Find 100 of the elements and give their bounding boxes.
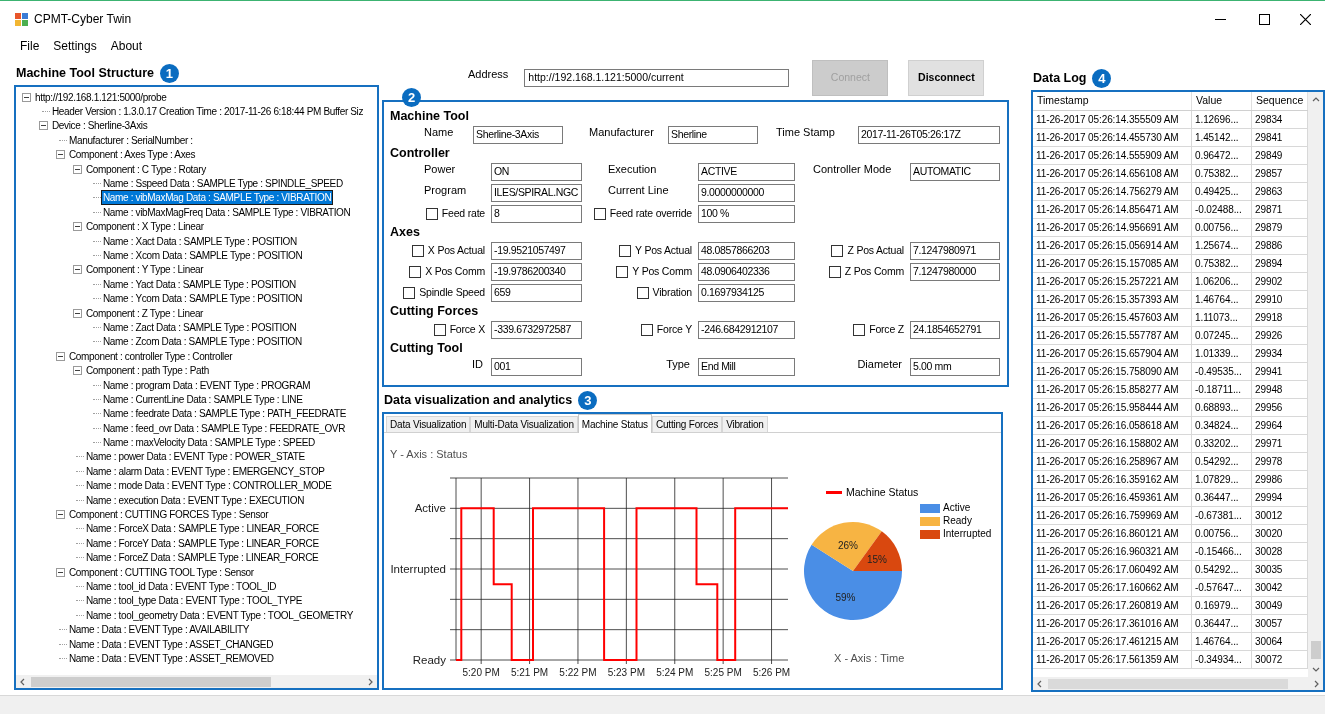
text-field[interactable]: 2017-11-26T05:26:17Z (858, 125, 1000, 144)
tree-node[interactable]: Component : Y Type : Linear (85, 263, 205, 277)
minus-icon[interactable] (21, 92, 31, 102)
tree-node[interactable]: Component : CUTTING TOOL Type : Sensor (68, 565, 255, 579)
tree-node[interactable]: Name : vibMaxMagFreq Data : SAMPLE Type : VIBRATION (102, 205, 352, 219)
tree-node[interactable]: Name : tool_geometry Data : EVENT Type : TOOL_GEOMETRY (85, 608, 354, 622)
tree-node[interactable]: Name : Zact Data : SAMPLE Type : POSITION (102, 320, 298, 334)
text-field[interactable]: 9.0000000000 (698, 183, 795, 202)
tree-node[interactable]: Name : Data : EVENT Type : ASSET_CHANGED (68, 637, 275, 651)
minus-icon[interactable] (55, 567, 65, 577)
checkbox[interactable] (403, 286, 416, 299)
text-field[interactable]: 100 % (698, 204, 795, 223)
text-field[interactable]: 0.1697934125 (698, 283, 795, 302)
tab[interactable]: Multi-Data Visualization (470, 416, 578, 432)
checkbox[interactable] (616, 265, 629, 278)
tree-node[interactable]: Component : CUTTING FORCES Type : Sensor (68, 508, 270, 521)
tree-node[interactable]: Name : tool_type Data : EVENT Type : TOOL_TYPE (85, 594, 304, 608)
tree-node[interactable]: http://192.168.1.121:5000/probe (34, 90, 168, 104)
tree-node[interactable]: Component : path Type : Path (85, 364, 210, 378)
checkbox[interactable] (828, 265, 841, 278)
tree-node[interactable]: Name : Xact Data : SAMPLE Type : POSITION (102, 234, 298, 248)
text-field[interactable]: AUTOMATIC (910, 162, 1000, 181)
tree-node[interactable]: Name : alarm Data : EVENT Type : EMERGENCY_STOP (85, 464, 326, 478)
tree-node[interactable]: Name : Yact Data : SAMPLE Type : POSITION (102, 277, 297, 291)
minus-icon[interactable] (55, 351, 65, 361)
tree-node[interactable]: Name : maxVelocity Data : SAMPLE Type : SPEED (102, 436, 316, 450)
text-field[interactable]: -19.9786200340 (491, 262, 582, 281)
tree-node[interactable]: Name : power Data : EVENT Type : POWER_STATE (85, 450, 306, 464)
tree-node[interactable]: Name : Sspeed Data : SAMPLE Type : SPINDLE_SPEED (102, 177, 344, 191)
vertical-scrollbar[interactable] (1308, 92, 1323, 677)
minus-icon[interactable] (72, 222, 82, 232)
tree-node[interactable]: Name : program Data : EVENT Type : PROGRAM (102, 378, 312, 392)
minus-icon[interactable] (72, 366, 82, 376)
scrollbar-thumb[interactable] (31, 676, 271, 687)
minus-icon[interactable] (38, 121, 48, 131)
minus-icon[interactable] (55, 150, 65, 160)
tree-node[interactable]: Manufacturer : SerialNumber : (68, 133, 194, 147)
text-field[interactable]: Sherline (668, 125, 758, 144)
tree-node[interactable]: Component : C Type : Rotary (85, 162, 207, 176)
tree-node[interactable]: Component : controller Type : Controller (68, 349, 234, 363)
text-field[interactable]: ON (491, 162, 582, 181)
checkbox[interactable] (636, 286, 649, 299)
checkbox[interactable] (425, 207, 438, 220)
horizontal-scrollbar[interactable] (1033, 677, 1323, 690)
tree-node[interactable]: Name : Zcom Data : SAMPLE Type : POSITION (102, 335, 303, 349)
text-field[interactable]: 7.1247980971 (910, 241, 1000, 260)
menu-item[interactable]: File (20, 37, 40, 55)
maximize-icon[interactable] (1259, 13, 1270, 25)
text-field[interactable]: 659 (491, 283, 582, 302)
tree-node[interactable]: Name : Data : EVENT Type : AVAILABILITY (68, 623, 251, 637)
checkbox[interactable] (411, 244, 424, 257)
tree-node[interactable]: Component : X Type : Linear (85, 220, 205, 234)
tree-node[interactable]: Name : mode Data : EVENT Type : CONTROLLER_MODE (85, 479, 333, 493)
scrollbar-thumb[interactable] (1310, 641, 1321, 659)
checkbox[interactable] (409, 265, 422, 278)
scrollbar-thumb[interactable] (1048, 678, 1288, 689)
checkbox[interactable] (433, 323, 446, 336)
checkbox[interactable] (853, 323, 866, 336)
tree-node[interactable]: Name : execution Data : EVENT Type : EXECUTION (85, 493, 306, 507)
minus-icon[interactable] (55, 510, 65, 519)
text-field[interactable]: -246.6842912107 (698, 320, 795, 339)
tab[interactable]: Cutting Forces (651, 416, 723, 432)
tree-node[interactable]: Name : feed_ovr Data : SAMPLE Type : FEEDRATE_OVR (102, 421, 347, 435)
text-field[interactable]: End Mill (698, 357, 795, 376)
column-header[interactable]: Timestamp (1033, 92, 1192, 110)
tree-node[interactable]: Name : feedrate Data : SAMPLE Type : PATH_FEEDRATE (102, 407, 347, 421)
tree-node[interactable]: Header Version : 1.3.0.17 Creation Time : 2017-11-26 6:18:44 PM Buffer Siz (51, 105, 365, 119)
checkbox[interactable] (831, 244, 844, 257)
text-field[interactable]: 8 (491, 204, 582, 223)
tab[interactable]: Vibration (722, 416, 768, 432)
address-field[interactable]: http://192.168.1.121:5000/current (524, 68, 790, 87)
checkbox[interactable] (640, 323, 653, 336)
minus-icon[interactable] (72, 265, 82, 275)
tree-node[interactable]: Name : Xcom Data : SAMPLE Type : POSITION (102, 249, 304, 262)
text-field[interactable]: ACTIVE (698, 162, 795, 181)
disconnect-button[interactable]: Disconnect (908, 59, 985, 96)
text-field[interactable]: -19.9521057497 (491, 241, 582, 260)
tree-node[interactable]: Name : ForceY Data : SAMPLE Type : LINEAR_FORCE (85, 536, 320, 550)
tree-node[interactable]: Name : vibMaxMag Data : SAMPLE Type : VIBRATION (102, 191, 333, 205)
menu-item[interactable]: Settings (53, 37, 97, 55)
checkbox[interactable] (593, 207, 606, 220)
tree-node[interactable]: Name : ForceX Data : SAMPLE Type : LINEAR_FORCE (85, 522, 320, 536)
tree-node[interactable]: Component : Axes Type : Axes (68, 148, 197, 162)
text-field[interactable]: -339.6732972587 (491, 320, 582, 339)
column-header[interactable]: Value (1192, 92, 1252, 110)
minus-icon[interactable] (72, 164, 82, 174)
text-field[interactable]: 48.0906402336 (698, 262, 795, 281)
menu-item[interactable]: About (110, 37, 143, 55)
tab[interactable]: Machine Status (577, 414, 652, 433)
text-field[interactable]: ILES/SPIRAL.NGC (491, 183, 582, 202)
tree-node[interactable]: Name : Data : EVENT Type : ASSET_REMOVED (68, 651, 275, 665)
minus-icon[interactable] (72, 308, 82, 318)
tab[interactable]: Data Visualization (386, 416, 471, 432)
text-field[interactable]: 7.1247980000 (910, 262, 1000, 281)
text-field[interactable]: 5.00 mm (910, 357, 1000, 376)
text-field[interactable]: Sherline-3Axis (473, 125, 563, 144)
close-icon[interactable] (1300, 13, 1311, 25)
tree-node[interactable]: Name : tool_id Data : EVENT Type : TOOL_ID (85, 579, 278, 593)
tree-node[interactable]: Name : Ycom Data : SAMPLE Type : POSITION (102, 292, 304, 306)
checkbox[interactable] (619, 244, 632, 257)
